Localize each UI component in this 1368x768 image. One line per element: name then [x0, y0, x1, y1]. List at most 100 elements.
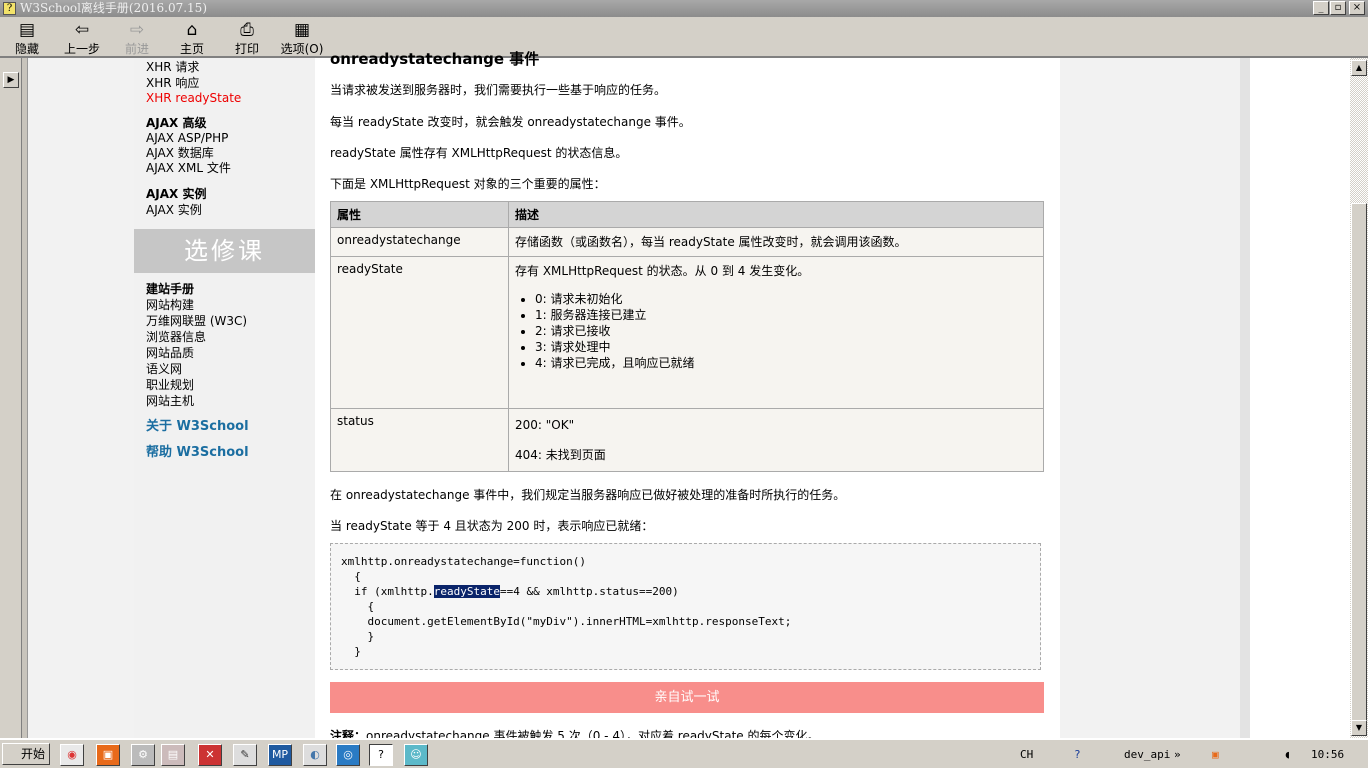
list-item: 0: 请求未初始化 [535, 291, 1037, 307]
nav-site-item[interactable]: 网站构建 [146, 298, 194, 313]
state-list: 0: 请求未初始化1: 服务器连接已建立2: 请求已接收3: 请求处理中4: 请… [535, 291, 1037, 371]
list-item: 3: 请求处理中 [535, 339, 1037, 355]
nav-section-examples: AJAX 实例 [146, 187, 207, 201]
maximize-button[interactable]: ▫ [1330, 1, 1346, 15]
app-orange-icon[interactable]: ▣ [96, 744, 120, 766]
nav-xhr-request[interactable]: XHR 请求 [146, 60, 199, 75]
paint-icon[interactable]: ◐ [303, 744, 327, 766]
back-icon: ⇦ [74, 20, 90, 40]
hide-icon: ▤ [18, 20, 36, 40]
xmind-icon[interactable]: ✕ [198, 744, 222, 766]
hide-label: 隐藏 [14, 42, 39, 56]
nav-ajax-xml[interactable]: AJAX XML 文件 [146, 161, 231, 176]
home-icon: ⌂ [186, 20, 198, 40]
table-header: 属性 [330, 201, 509, 228]
options-icon: ▦ [293, 20, 311, 40]
cell-text: 404: 未找到页面 [515, 448, 606, 462]
back-label: 上一步 [63, 42, 100, 56]
table-cell: status [330, 408, 509, 472]
mp-icon[interactable]: MP [268, 744, 292, 766]
paragraph: 每当 readyState 改变时，就会触发 onreadystatechang… [330, 115, 691, 129]
print-button[interactable]: ⎙ 打印 [221, 20, 273, 57]
nav-ajax-examples[interactable]: AJAX 实例 [146, 203, 202, 218]
properties-table: 属性 描述 onreadystatechange 存储函数（或函数名），每当 rea… [330, 201, 1044, 472]
volume-icon[interactable]: ◖ [1284, 748, 1291, 761]
expand-toolbar-icon[interactable]: » [1174, 748, 1181, 761]
help-manual-task-icon[interactable]: ? [369, 744, 393, 766]
code-line: document.getElementById("myDiv").innerHT… [341, 615, 792, 628]
clock: 10:56 [1311, 748, 1345, 761]
code-line: } [341, 630, 375, 643]
minimize-button[interactable]: _ [1313, 1, 1329, 15]
forward-label: 前进 [124, 42, 149, 56]
options-label: 选项(O) [280, 42, 324, 56]
nav-xhr-response[interactable]: XHR 响应 [146, 76, 199, 91]
back-button[interactable]: ⇦ 上一步 [56, 20, 108, 57]
nav-help-link[interactable]: 帮助 W3School [146, 445, 249, 460]
help-app-icon: ? [3, 2, 16, 15]
nav-site-item[interactable]: 语义网 [146, 362, 182, 377]
code-block: xmlhttp.onreadystatechange=function() { … [330, 543, 1041, 670]
scroll-down-arrow-icon[interactable]: ▼ [1351, 720, 1367, 736]
paragraph: readyState 属性存有 XMLHttpRequest 的状态信息。 [330, 146, 628, 160]
hide-button[interactable]: ▤ 隐藏 [1, 20, 53, 57]
toolbar: ▤ 隐藏 ⇦ 上一步 ⇨ 前进 ⌂ 主页 ⎙ 打印 ▦ 选项(O) [0, 17, 1368, 58]
list-item: 1: 服务器连接已建立 [535, 307, 1037, 323]
language-indicator[interactable]: CH [1020, 748, 1033, 761]
nav-section-site: 建站手册 [146, 282, 195, 296]
browser-icon[interactable]: ◎ [336, 744, 360, 766]
home-button[interactable]: ⌂ 主页 [166, 20, 218, 57]
settings-gear-icon[interactable]: ⚙ [131, 744, 155, 766]
chat-icon[interactable]: ☺ [404, 744, 428, 766]
home-label: 主页 [179, 42, 204, 56]
table-header: 描述 [508, 201, 1044, 228]
close-button[interactable]: × [1349, 1, 1365, 15]
toc-pane-collapsed: ▶ [0, 58, 22, 738]
main-content: onreadystatechange 事件 当请求被发送到服务器时，我们需要执行… [315, 50, 1060, 743]
nav-site-item[interactable]: 浏览器信息 [146, 330, 206, 345]
folder-icon[interactable]: ▤ [161, 744, 185, 766]
nav-section-advanced: AJAX 高级 [146, 116, 207, 130]
scrollbar-thumb[interactable] [1351, 203, 1367, 723]
table-cell: readyState [330, 256, 509, 409]
list-item: 4: 请求已完成，且响应已就绪 [535, 355, 1037, 371]
table-cell: 200: "OK" 404: 未找到页面 [508, 408, 1044, 472]
nav-site-item[interactable]: 网站品质 [146, 346, 194, 361]
nav-ajax-asp-php[interactable]: AJAX ASP/PHP [146, 131, 228, 146]
help-tray-icon[interactable]: ? [1074, 748, 1081, 761]
nav-ajax-database[interactable]: AJAX 数据库 [146, 146, 214, 161]
options-button[interactable]: ▦ 选项(O) [276, 20, 328, 57]
selected-text: readyState [433, 585, 500, 598]
window-title: W3School离线手册(2016.07.15) [20, 1, 207, 15]
nav-about-link[interactable]: 关于 W3School [146, 419, 249, 434]
nav-site-item[interactable]: 万维网联盟 (W3C) [146, 314, 247, 329]
sidebar-nav: XHR 请求 XHR 响应 XHR readyState AJAX 高级 AJA… [134, 58, 315, 738]
tray-app-icon[interactable]: ▣ [1212, 748, 1219, 761]
nav-site-item[interactable]: 网站主机 [146, 394, 194, 409]
notepad-icon[interactable]: ✎ [233, 744, 257, 766]
chrome-icon[interactable]: ◉ [60, 744, 84, 766]
code-line: { [341, 570, 361, 583]
print-icon: ⎙ [240, 20, 254, 40]
code-line: xmlhttp.onreadystatechange=function() [341, 555, 587, 568]
nav-site-item[interactable]: 职业规划 [146, 378, 194, 393]
paragraph: 当请求被发送到服务器时，我们需要执行一些基于响应的任务。 [330, 83, 667, 97]
try-it-button[interactable]: 亲自试一试 [330, 682, 1044, 713]
vertical-scrollbar[interactable]: ▲ ▼ [1350, 58, 1368, 738]
start-button[interactable]: 开始 [2, 743, 50, 765]
paragraph: 当 readyState 等于 4 且状态为 200 时，表示响应已就绪： [330, 519, 654, 533]
list-item: 2: 请求已接收 [535, 323, 1037, 339]
code-line: ==4 && xmlhttp.status==200) [499, 585, 679, 598]
code-line: { [341, 600, 375, 613]
scroll-up-arrow-icon[interactable]: ▲ [1351, 60, 1367, 76]
expand-pane-button[interactable]: ▶ [3, 72, 19, 88]
paragraph: 在 onreadystatechange 事件中，我们规定当服务器响应已做好被处… [330, 488, 846, 502]
forward-button[interactable]: ⇨ 前进 [111, 20, 163, 57]
paragraph: 下面是 XMLHttpRequest 对象的三个重要的属性： [330, 177, 606, 191]
cell-text: 存有 XMLHttpRequest 的状态。从 0 到 4 发生变化。 [515, 264, 810, 278]
elective-banner: 选修课 [134, 229, 315, 273]
table-cell: 存有 XMLHttpRequest 的状态。从 0 到 4 发生变化。 0: 请求… [508, 256, 1044, 409]
nav-xhr-readystate[interactable]: XHR readyState [146, 91, 241, 106]
user-name[interactable]: dev_api [1124, 748, 1170, 761]
code-line: } [341, 645, 361, 658]
